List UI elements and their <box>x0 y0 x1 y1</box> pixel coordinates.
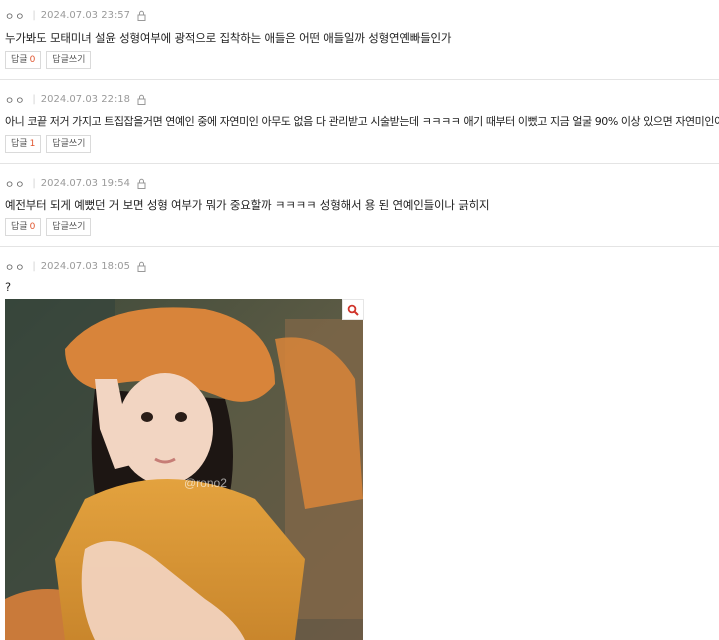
meta-divider: | <box>32 260 36 272</box>
reply-count-button[interactable]: 답글 1 <box>5 135 42 153</box>
comment-actions: 답글 0 답글쓰기 <box>5 51 92 69</box>
reply-count-button[interactable]: 답글 0 <box>5 218 42 236</box>
reply-label: 답글 <box>11 222 28 232</box>
comment-meta: ㅇㅇ | 2024.07.03 18:05 <box>5 259 146 274</box>
comment-actions: 답글 1 답글쓰기 <box>5 135 92 153</box>
reply-count: 1 <box>29 139 36 149</box>
reply-count-button[interactable]: 답글 0 <box>5 51 42 69</box>
meta-divider: | <box>32 177 36 189</box>
reply-label: 답글 <box>11 55 28 65</box>
comment-image[interactable] <box>5 299 363 640</box>
comment-text: 예전부터 되게 예뻤던 거 보면 성형 여부가 뭐가 중요할까 ㅋㅋㅋㅋ 성형해… <box>5 198 490 212</box>
lock-icon <box>137 178 146 189</box>
comment-item: ㅇㅇ | 2024.07.03 22:18 아니 코끝 저거 가지고 트집잡을거… <box>0 92 719 164</box>
comment-text: 누가봐도 모태미녀 설윤 성형여부에 광적으로 집착하는 애들은 어떤 애들일까… <box>5 31 452 45</box>
comment-nickname[interactable]: ㅇㅇ <box>5 8 25 23</box>
lock-icon <box>137 10 146 21</box>
meta-divider: | <box>32 93 36 105</box>
comment-actions: 답글 0 답글쓰기 <box>5 218 92 236</box>
reply-label: 답글 <box>11 139 28 149</box>
magnifier-icon <box>347 304 359 316</box>
image-watermark: @rono2 <box>184 476 227 490</box>
comment-date: 2024.07.03 23:57 <box>40 9 131 21</box>
lock-icon <box>137 261 146 272</box>
comment-date: 2024.07.03 18:05 <box>40 260 131 272</box>
comment-item: ㅇㅇ | 2024.07.03 23:57 누가봐도 모태미녀 설윤 성형여부에… <box>0 8 719 80</box>
comment-nickname[interactable]: ㅇㅇ <box>5 92 25 107</box>
reply-count: 0 <box>29 55 36 65</box>
comment-nickname[interactable]: ㅇㅇ <box>5 176 25 191</box>
lock-icon <box>137 94 146 105</box>
comment-text: 아니 코끝 저거 가지고 트집잡을거면 연예인 중에 자연미인 아무도 없음 다… <box>5 115 719 128</box>
comment-meta: ㅇㅇ | 2024.07.03 19:54 <box>5 176 146 191</box>
comment-meta: ㅇㅇ | 2024.07.03 23:57 <box>5 8 146 23</box>
meta-divider: | <box>32 9 36 21</box>
comment-text: ? <box>5 280 11 294</box>
write-reply-button[interactable]: 답글쓰기 <box>46 135 92 153</box>
photo-illustration <box>5 299 363 640</box>
comment-nickname[interactable]: ㅇㅇ <box>5 259 25 274</box>
zoom-button[interactable] <box>342 299 364 320</box>
reply-count: 0 <box>29 222 36 232</box>
comment-date: 2024.07.03 22:18 <box>40 93 131 105</box>
comment-meta: ㅇㅇ | 2024.07.03 22:18 <box>5 92 146 107</box>
comment-date: 2024.07.03 19:54 <box>40 177 131 189</box>
write-reply-button[interactable]: 답글쓰기 <box>46 51 92 69</box>
write-reply-button[interactable]: 답글쓰기 <box>46 218 92 236</box>
comment-item: ㅇㅇ | 2024.07.03 19:54 예전부터 되게 예뻤던 거 보면 성… <box>0 176 719 247</box>
